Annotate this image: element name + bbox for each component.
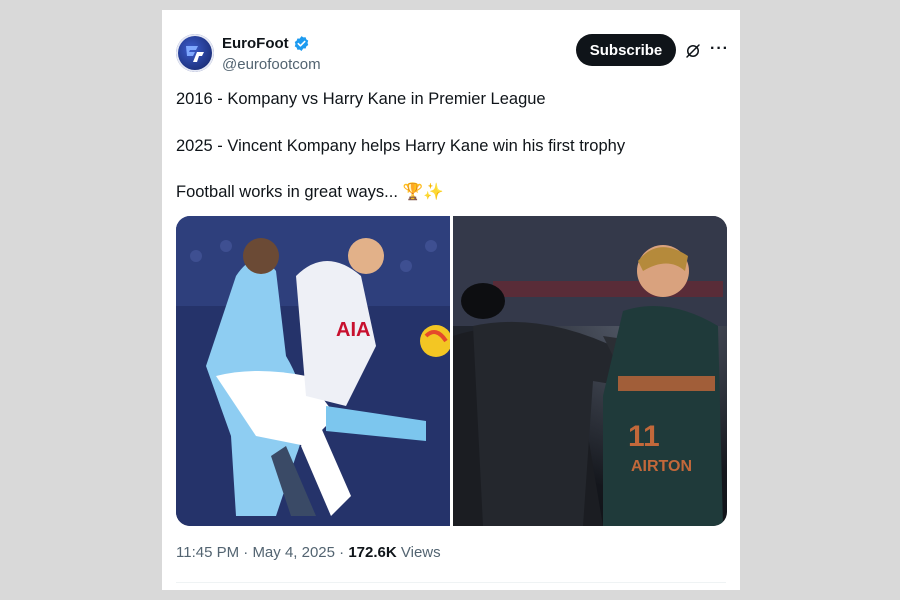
tweet-card: EuroFoot @eurofootcom Subscribe ··· 2016… (162, 10, 740, 590)
divider (176, 582, 726, 583)
more-icon[interactable]: ··· (710, 40, 729, 58)
meta-separator: · (335, 544, 349, 561)
tweet-meta: 11:45 PM · May 4, 2025 · 172.6K Views (176, 544, 441, 561)
tweet-text-line-2: 2025 - Vincent Kompany helps Harry Kane … (176, 137, 626, 155)
eurofoot-logo-icon (186, 46, 204, 62)
verified-badge-icon (294, 36, 308, 51)
svg-text:AIRTON: AIRTON (631, 458, 692, 475)
tweet-media-grid: AIA AIRTON 11 (176, 216, 727, 526)
views-label: Views (400, 544, 441, 561)
photo-1-illustration: AIA (176, 216, 450, 526)
media-photo-1[interactable]: AIA (176, 216, 450, 526)
svg-text:11: 11 (628, 420, 660, 453)
photo-2-illustration: AIRTON 11 (453, 216, 727, 526)
tweet-date[interactable]: May 4, 2025 (252, 544, 335, 561)
tweet-text-line-1: 2016 - Kompany vs Harry Kane in Premier … (176, 90, 546, 108)
meta-separator: · (239, 544, 253, 561)
account-name-row: EuroFoot (222, 35, 310, 52)
tweet-time[interactable]: 11:45 PM (176, 544, 239, 561)
media-photo-2[interactable]: AIRTON 11 (453, 216, 727, 526)
tweet-text-line-3: Football works in great ways... 🏆✨ (176, 183, 444, 201)
account-avatar[interactable] (176, 34, 214, 72)
views-count: 172.6K (348, 544, 397, 561)
grok-icon[interactable] (684, 42, 702, 60)
subscribe-button[interactable]: Subscribe (576, 34, 676, 66)
svg-text:AIA: AIA (336, 319, 370, 341)
account-name[interactable]: EuroFoot (222, 35, 289, 52)
account-handle[interactable]: @eurofootcom (222, 56, 321, 73)
